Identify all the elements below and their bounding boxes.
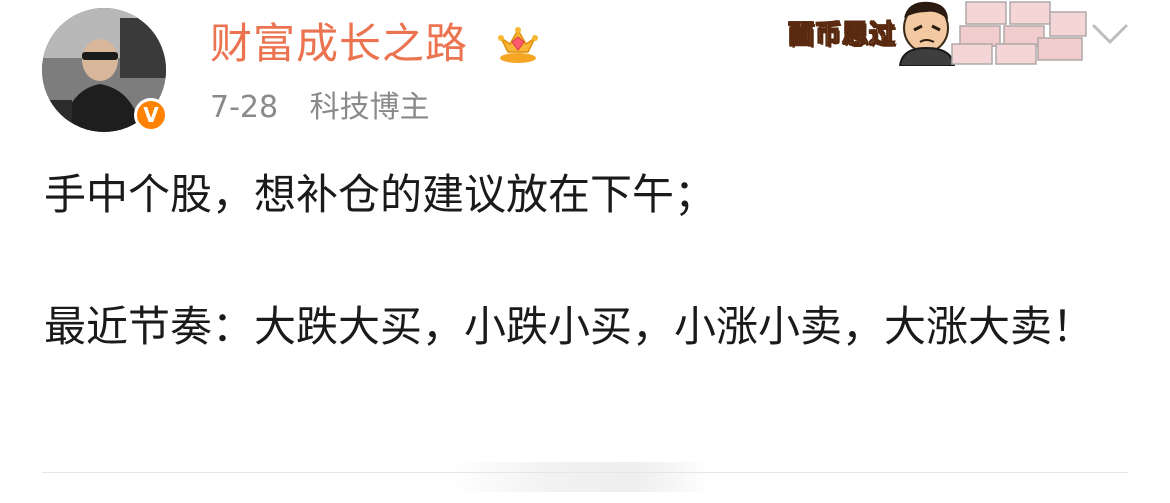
post-date[interactable]: 7-28	[210, 90, 278, 125]
chevron-down-icon[interactable]	[1090, 20, 1130, 48]
post-meta: 7-28 科技博主	[210, 86, 430, 130]
user-role: 科技博主	[309, 90, 430, 125]
avatar[interactable]: V	[42, 8, 170, 136]
paragraph-spacer	[44, 228, 1134, 294]
post-paragraph-1: 手中个股，想补仓的建议放在下午；	[44, 170, 717, 219]
divider	[42, 472, 1128, 473]
verified-icon: V	[134, 98, 168, 132]
post-content: 手中个股，想补仓的建议放在下午； 最近节奏：大跌大买，小跌小买，小涨小卖，大涨大…	[44, 162, 1134, 360]
username[interactable]: 财富成长之路	[210, 16, 468, 72]
fade-overlay	[450, 462, 712, 492]
post-paragraph-2: 最近节奏：大跌大买，小跌小买，小涨小卖，大涨大卖！	[44, 302, 1095, 351]
sticker-decoration: 面币思过	[787, 0, 1088, 66]
sticker-figure-icon	[898, 1, 1087, 66]
crown-icon[interactable]	[496, 22, 540, 66]
